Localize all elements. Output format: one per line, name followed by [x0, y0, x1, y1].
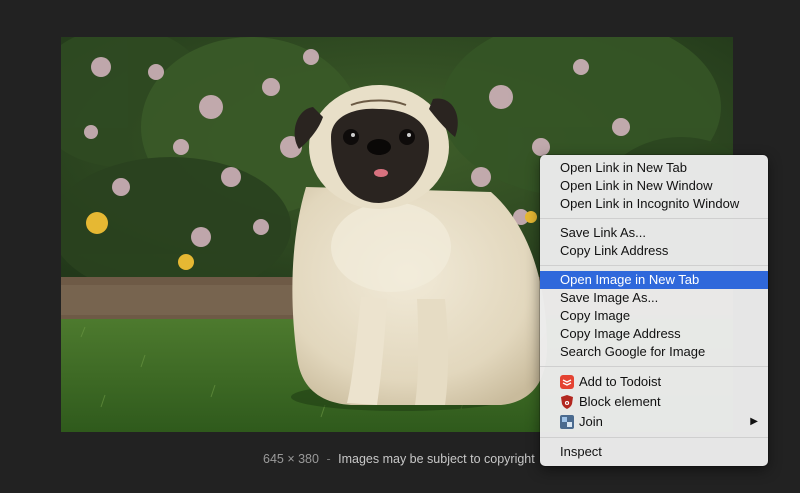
- menu-item-label: Add to Todoist: [579, 374, 662, 389]
- menu-item-search-google-image[interactable]: Search Google for Image: [540, 343, 768, 361]
- svg-text:o: o: [565, 399, 570, 407]
- image-dimensions: 645 × 380: [263, 452, 319, 466]
- ublock-icon: o: [561, 395, 573, 409]
- menu-item-inspect[interactable]: Inspect: [540, 443, 768, 461]
- join-icon: [560, 415, 574, 429]
- menu-item-label: Block element: [579, 394, 661, 409]
- menu-item-open-link-new-window[interactable]: Open Link in New Window: [540, 177, 768, 195]
- submenu-arrow-icon: ▶: [750, 416, 758, 427]
- menu-item-block-element[interactable]: o Block element: [540, 392, 768, 412]
- menu-separator: [540, 265, 768, 266]
- menu-item-open-image-new-tab[interactable]: Open Image in New Tab: [540, 271, 768, 289]
- copyright-notice-link[interactable]: Images may be subject to copyright: [338, 452, 535, 466]
- menu-item-open-link-incognito[interactable]: Open Link in Incognito Window: [540, 195, 768, 213]
- menu-item-save-link-as[interactable]: Save Link As...: [540, 224, 768, 242]
- context-menu: Open Link in New Tab Open Link in New Wi…: [540, 155, 768, 466]
- menu-item-copy-image[interactable]: Copy Image: [540, 307, 768, 325]
- menu-separator: [540, 437, 768, 438]
- menu-item-join[interactable]: Join ▶: [540, 412, 768, 432]
- menu-item-copy-link-address[interactable]: Copy Link Address: [540, 242, 768, 260]
- menu-separator: [540, 366, 768, 367]
- menu-item-copy-image-address[interactable]: Copy Image Address: [540, 325, 768, 343]
- menu-item-open-link-new-tab[interactable]: Open Link in New Tab: [540, 159, 768, 177]
- menu-item-add-to-todoist[interactable]: Add to Todoist: [540, 372, 768, 392]
- image-viewer: 645 × 380 - Images may be subject to cop…: [0, 0, 800, 493]
- menu-item-save-image-as[interactable]: Save Image As...: [540, 289, 768, 307]
- todoist-icon: [560, 375, 574, 389]
- menu-separator: [540, 218, 768, 219]
- caption-separator: -: [326, 452, 331, 466]
